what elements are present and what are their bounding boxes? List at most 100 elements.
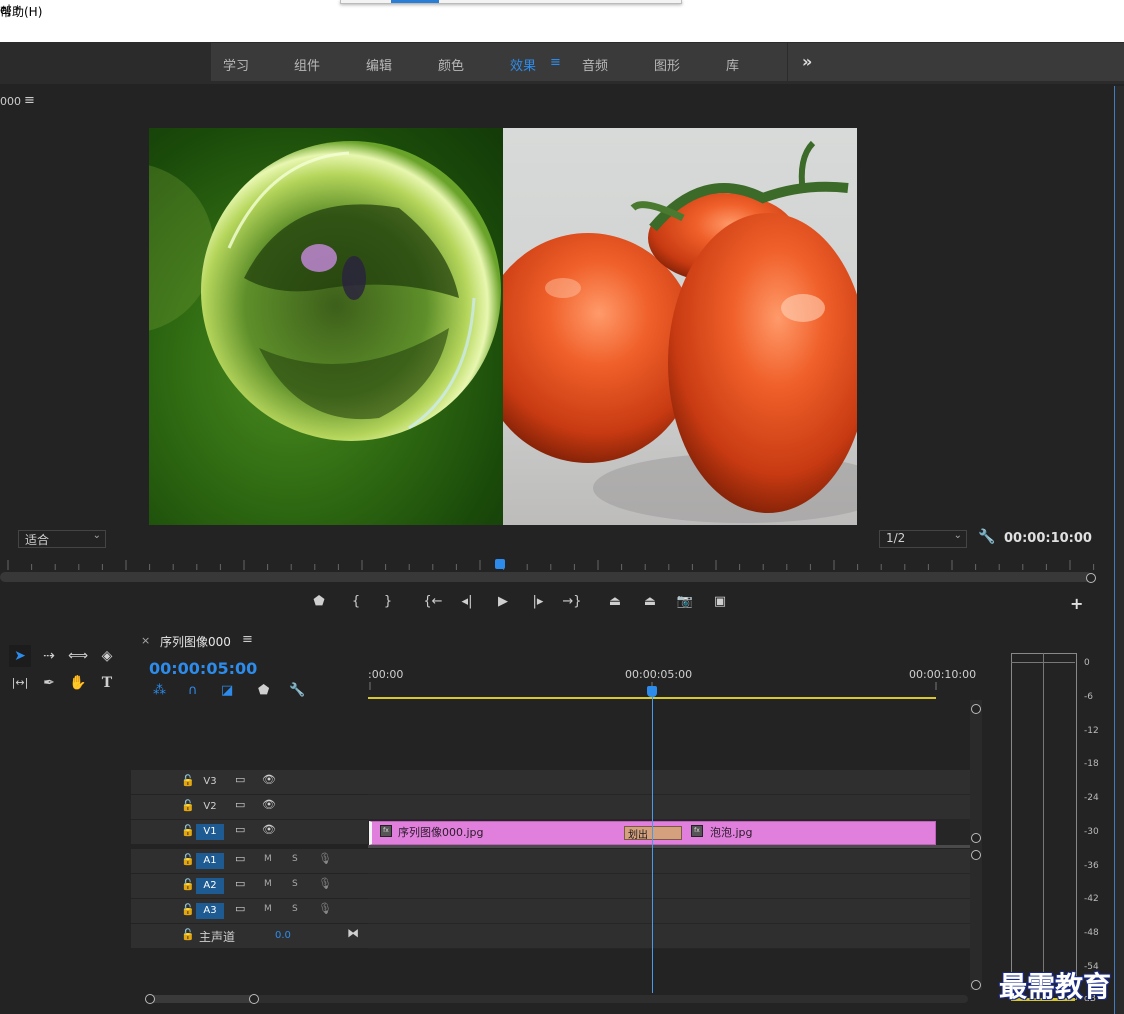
video-scroll-top-handle[interactable]: [971, 704, 981, 714]
hand-tool-icon[interactable]: ✋: [67, 672, 89, 694]
track-row-a2[interactable]: [368, 874, 970, 899]
video-audio-divider[interactable]: [368, 845, 970, 848]
lock-icon[interactable]: 🔓: [181, 853, 195, 866]
ripple-edit-tool-icon[interactable]: ⟺: [67, 645, 89, 667]
workspace-tab-color[interactable]: 颜色: [438, 55, 464, 74]
video-scroll-bottom-handle[interactable]: [971, 833, 981, 843]
type-tool-icon[interactable]: T: [96, 672, 118, 694]
add-marker-icon[interactable]: ⬟: [258, 683, 269, 698]
sync-lock-icon[interactable]: ▭: [235, 798, 245, 811]
razor-tool-icon[interactable]: ◈: [96, 645, 118, 667]
track-name-a3[interactable]: A3: [196, 903, 224, 919]
mute-button[interactable]: M: [264, 904, 272, 914]
timeline-vscroll[interactable]: [970, 700, 982, 990]
workspace-tab-editing[interactable]: 编辑: [366, 55, 392, 74]
solo-button[interactable]: S: [292, 879, 298, 889]
master-volume-value[interactable]: 0.0: [275, 930, 291, 941]
workspace-menu-icon[interactable]: ≡: [550, 55, 561, 70]
timeline-zoom-left-handle[interactable]: [145, 994, 155, 1004]
program-tab-label[interactable]: 000: [0, 95, 21, 108]
linked-selection-icon[interactable]: ◪: [221, 683, 233, 698]
audio-scroll-bottom-handle[interactable]: [971, 980, 981, 990]
track-row-v2[interactable]: [368, 795, 970, 820]
lock-icon[interactable]: 🔓: [181, 774, 195, 787]
menu-help[interactable]: 帮助(H): [0, 3, 42, 20]
clip-bubble[interactable]: fx 泡泡.jpg: [652, 821, 936, 845]
right-panel-edge[interactable]: [1114, 86, 1124, 1014]
selection-tool-icon[interactable]: ➤: [9, 645, 31, 667]
sync-lock-icon[interactable]: ▭: [235, 852, 245, 865]
slip-tool-icon[interactable]: |↔|: [9, 672, 31, 694]
track-name-v3[interactable]: V3: [196, 774, 224, 790]
workspace-tab-effects[interactable]: 效果: [510, 55, 536, 74]
workspace-tab-assembly[interactable]: 组件: [294, 55, 320, 74]
workspace-tab-learn[interactable]: 学习: [223, 55, 249, 74]
go-to-out-icon[interactable]: →}: [562, 594, 582, 609]
microphone-icon[interactable]: 🎙: [318, 852, 332, 865]
lock-icon[interactable]: 🔓: [181, 878, 195, 891]
comparison-view-icon[interactable]: ▣: [710, 594, 730, 609]
mark-in-icon[interactable]: {: [346, 594, 366, 609]
sync-lock-icon[interactable]: ▭: [235, 877, 245, 890]
play-icon[interactable]: ▶: [493, 594, 513, 609]
track-row-master[interactable]: [368, 924, 970, 949]
workspace-tab-graphics[interactable]: 图形: [654, 55, 680, 74]
export-frame-icon[interactable]: 📷: [675, 594, 695, 609]
eye-icon[interactable]: 👁: [262, 823, 276, 836]
sync-lock-icon[interactable]: ▭: [235, 823, 245, 836]
lock-icon[interactable]: 🔓: [181, 928, 195, 941]
track-name-a1[interactable]: A1: [196, 853, 224, 869]
workspace-tab-audio[interactable]: 音频: [582, 55, 608, 74]
track-name-v1[interactable]: V1: [196, 824, 224, 840]
program-playhead[interactable]: [495, 559, 505, 569]
eye-icon[interactable]: 👁: [262, 773, 276, 786]
lock-icon[interactable]: 🔓: [181, 903, 195, 916]
add-marker-icon[interactable]: ⬟: [309, 594, 329, 609]
step-forward-icon[interactable]: |▸: [528, 594, 548, 609]
mute-button[interactable]: M: [264, 854, 272, 864]
timeline-zoom-right-handle[interactable]: [249, 994, 259, 1004]
pen-tool-icon[interactable]: ✒: [38, 672, 60, 694]
mark-out-icon[interactable]: }: [378, 594, 398, 609]
sequence-tab-title[interactable]: 序列图像000: [160, 633, 231, 650]
extract-icon[interactable]: ⏏: [640, 594, 660, 609]
step-back-icon[interactable]: ◂|: [457, 594, 477, 609]
go-to-in-icon[interactable]: {←: [423, 594, 443, 609]
lift-icon[interactable]: ⏏: [605, 594, 625, 609]
microphone-icon[interactable]: 🎙: [318, 902, 332, 915]
workspace-tab-libraries[interactable]: 库: [726, 55, 739, 74]
workspace-more-button[interactable]: »: [787, 43, 818, 81]
zoom-dropdown[interactable]: 适合 ⌄: [18, 530, 106, 548]
sync-lock-icon[interactable]: ▭: [235, 902, 245, 915]
program-zoom-scrollbar[interactable]: [0, 572, 1092, 582]
resolution-dropdown[interactable]: 1/2 ⌄: [879, 530, 967, 548]
timeline-settings-wrench-icon[interactable]: 🔧: [289, 683, 305, 698]
timeline-playhead[interactable]: [647, 686, 657, 697]
program-panel-menu-icon[interactable]: ≡: [24, 93, 35, 108]
track-row-a1[interactable]: [368, 849, 970, 874]
eye-icon[interactable]: 👁: [262, 798, 276, 811]
sync-lock-icon[interactable]: ▭: [235, 773, 245, 786]
track-select-tool-icon[interactable]: ⇢: [38, 645, 60, 667]
timeline-panel-menu-icon[interactable]: ≡: [242, 632, 253, 647]
audio-scroll-top-handle[interactable]: [971, 850, 981, 860]
lock-icon[interactable]: 🔓: [181, 824, 195, 837]
program-scrollbar-handle[interactable]: [1086, 573, 1096, 583]
clip-sequence-image[interactable]: fx 序列图像000.jpg: [369, 821, 656, 845]
program-duration[interactable]: 00:00:10:00: [1004, 531, 1092, 546]
microphone-icon[interactable]: 🎙: [318, 877, 332, 890]
program-time-ruler[interactable]: [0, 556, 1100, 572]
mute-button[interactable]: M: [264, 879, 272, 889]
lock-icon[interactable]: 🔓: [181, 799, 195, 812]
solo-button[interactable]: S: [292, 854, 298, 864]
timeline-timecode[interactable]: 00:00:05:00: [149, 659, 257, 678]
close-icon[interactable]: ×: [141, 634, 150, 647]
track-name-a2[interactable]: A2: [196, 878, 224, 894]
nest-icon[interactable]: ⁂: [153, 683, 166, 698]
timeline-hscroll[interactable]: [148, 995, 968, 1003]
wrench-icon[interactable]: 🔧: [978, 529, 995, 545]
timeline-ruler[interactable]: :00:00 00:00:05:00 00:00:10:00: [368, 668, 976, 700]
master-expand-icon[interactable]: ⧓: [347, 926, 359, 940]
timeline-hscroll-thumb[interactable]: [150, 995, 254, 1003]
track-row-v3[interactable]: [368, 770, 970, 795]
